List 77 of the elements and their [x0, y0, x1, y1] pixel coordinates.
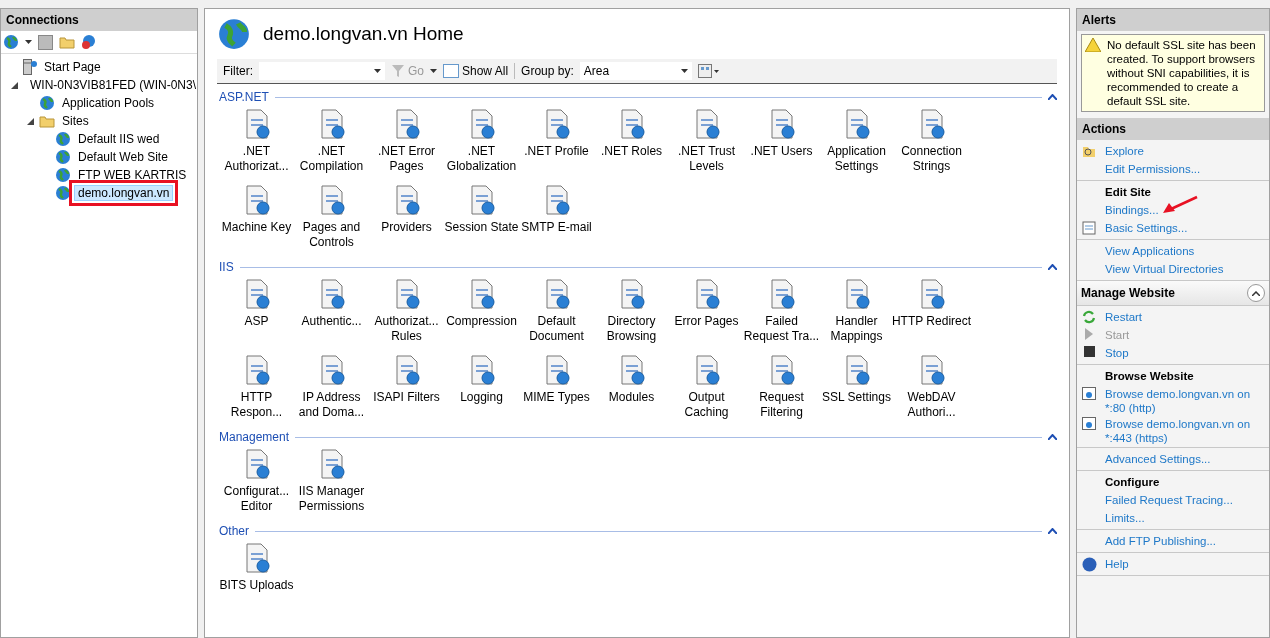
filter-label: Filter: [223, 64, 253, 78]
browser-icon [1082, 417, 1096, 430]
connect-globe-icon [3, 34, 19, 50]
action-link[interactable]: Edit Permissions... [1105, 160, 1201, 176]
funnel-icon [391, 64, 405, 78]
tree-item[interactable]: Default IIS wed [74, 131, 164, 147]
stop-icon [1083, 346, 1095, 357]
section-title: IIS [219, 260, 234, 274]
play-icon [1084, 328, 1094, 340]
action-link[interactable]: Help [1105, 555, 1129, 571]
group-by-label: Group by: [521, 64, 574, 78]
action-heading: Browse Website [1105, 369, 1194, 383]
collapse-icon[interactable] [1048, 264, 1057, 270]
feature-label[interactable]: BITS Uploads [216, 578, 297, 593]
action-link[interactable]: Limits... [1105, 509, 1145, 525]
action-link[interactable]: View Virtual Directories [1105, 260, 1224, 276]
action-link[interactable]: Basic Settings... [1105, 219, 1188, 235]
action-link[interactable]: Browse demo.longvan.vn on *:80 (http) [1105, 385, 1269, 415]
caret-icon [430, 69, 437, 73]
warning-icon [1085, 38, 1101, 52]
group-by-dropdown[interactable]: Area [579, 62, 692, 80]
caret-icon [25, 40, 32, 44]
page-title: demo.longvan.vn Home [263, 23, 464, 45]
action-link[interactable]: Stop [1105, 344, 1129, 360]
tree-item[interactable]: WIN-0N3VIB81FED (WIN-0N3\ [26, 77, 197, 93]
folder-up-icon [59, 35, 75, 49]
globe-icon [55, 167, 71, 183]
section-title: ASP.NET [219, 90, 269, 104]
tree-item[interactable]: Default Web Site [74, 149, 172, 165]
tree-item[interactable]: Application Pools [58, 95, 159, 111]
view-grid-icon[interactable] [697, 64, 720, 78]
action-link[interactable]: Explore [1105, 142, 1144, 158]
refresh-icon [1082, 310, 1096, 324]
globe-icon [55, 149, 71, 165]
folder-icon [39, 113, 55, 129]
filter-field[interactable] [259, 62, 385, 80]
action-link[interactable]: Advanced Settings... [1105, 450, 1211, 466]
action-link[interactable]: Failed Request Tracing... [1105, 491, 1233, 507]
caret-icon [374, 69, 381, 73]
tree-item[interactable]: Sites [58, 113, 93, 129]
action-link[interactable]: Bindings... [1105, 201, 1159, 217]
window-icon [443, 64, 459, 78]
section-heading: Manage Website [1081, 286, 1175, 300]
globe-icon [55, 131, 71, 147]
action-link[interactable]: Add FTP Publishing... [1105, 532, 1216, 548]
chevron-up-icon [1252, 290, 1260, 296]
panel-title: Alerts [1077, 9, 1269, 31]
collapse-icon[interactable] [1048, 434, 1057, 440]
feature-label[interactable]: HTTP Redirect [891, 314, 972, 329]
caret-icon [680, 69, 688, 73]
action-heading: Edit Site [1105, 185, 1151, 199]
collapse-button[interactable] [1247, 284, 1265, 302]
tree-item[interactable]: Start Page [40, 59, 105, 75]
browser-icon [1082, 387, 1096, 400]
globe-icon [217, 17, 251, 51]
expander-icon[interactable] [27, 117, 34, 125]
section-title: Management [219, 430, 290, 444]
globe-icon [55, 185, 71, 201]
panel-title: Actions [1077, 118, 1269, 140]
action-link[interactable]: Restart [1105, 308, 1143, 324]
action-link[interactable]: View Applications [1105, 242, 1195, 258]
server-icon [23, 59, 37, 75]
collapse-icon[interactable] [1048, 528, 1057, 534]
action-heading: Configure [1105, 475, 1160, 489]
form-icon [1082, 221, 1096, 235]
alert-message: No default SSL site has been created. To support browsers without SNI capabilities, it is recommended to create a default SSL site. [1107, 38, 1257, 108]
section-title: Other [219, 524, 249, 538]
collapse-icon[interactable] [1048, 94, 1057, 100]
expander-icon[interactable] [11, 81, 18, 89]
globe-icon [39, 95, 55, 111]
arrow-annotation [1160, 195, 1199, 215]
magnifier-folder-icon [1082, 144, 1096, 158]
panel-title: Connections [1, 9, 197, 31]
feature-label[interactable]: Session State [441, 220, 522, 235]
show-all-button[interactable]: Show All [443, 64, 509, 78]
tree-item[interactable]: FTP WEB KARTRIS [74, 167, 191, 183]
action-link[interactable]: Browse demo.longvan.vn on *:443 (https) [1105, 415, 1269, 445]
